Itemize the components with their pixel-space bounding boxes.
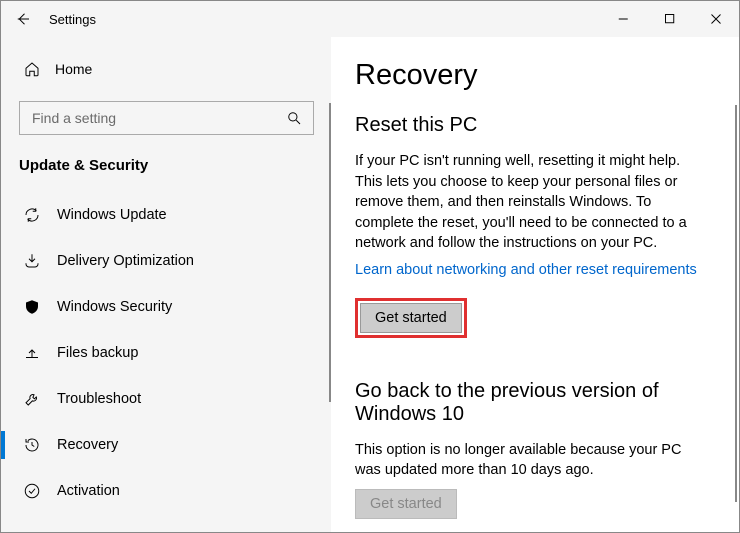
reset-learn-link[interactable]: Learn about networking and other reset r… [355, 262, 711, 278]
home-icon [23, 60, 41, 78]
sidebar-item-label: Recovery [57, 437, 118, 453]
reset-description: If your PC isn't running well, resetting… [355, 151, 711, 254]
sidebar-item-windows-update[interactable]: Windows Update [1, 192, 331, 238]
close-button[interactable] [693, 1, 739, 37]
sidebar-item-label: Activation [57, 483, 120, 499]
search-container [1, 89, 331, 143]
sidebar-item-troubleshoot[interactable]: Troubleshoot [1, 376, 331, 422]
reset-heading: Reset this PC [355, 114, 711, 137]
delivery-icon [23, 252, 41, 270]
sidebar-group-title: Update & Security [1, 143, 331, 192]
sidebar-item-delivery-optimization[interactable]: Delivery Optimization [1, 238, 331, 284]
page-title: Recovery [355, 59, 711, 92]
sidebar-item-activation[interactable]: Activation [1, 468, 331, 514]
settings-window: Settings Home [0, 0, 740, 533]
close-icon [707, 10, 725, 28]
content-scrollbar[interactable] [735, 105, 737, 502]
minimize-icon [615, 10, 633, 28]
highlight-annotation: Get started [355, 298, 467, 338]
sidebar-item-label: Windows Security [57, 299, 172, 315]
search-box[interactable] [19, 101, 314, 135]
sidebar-item-windows-security[interactable]: Windows Security [1, 284, 331, 330]
window-title: Settings [45, 12, 96, 27]
reset-get-started-button[interactable]: Get started [360, 303, 462, 333]
home-nav[interactable]: Home [1, 49, 331, 89]
search-icon [285, 109, 303, 127]
sidebar: Home Update & Security Windows Update [1, 37, 331, 532]
titlebar: Settings [1, 1, 739, 37]
sidebar-item-files-backup[interactable]: Files backup [1, 330, 331, 376]
backup-icon [23, 344, 41, 362]
check-icon [23, 482, 41, 500]
sidebar-navlist: Windows Update Delivery Optimization Win… [1, 192, 331, 514]
goback-heading: Go back to the previous version of Windo… [355, 380, 711, 426]
home-label: Home [55, 61, 92, 77]
sidebar-item-label: Delivery Optimization [57, 253, 194, 269]
goback-get-started-button: Get started [355, 489, 457, 519]
goback-description: This option is no longer available becau… [355, 440, 711, 481]
shield-icon [23, 298, 41, 316]
back-button[interactable] [1, 1, 45, 37]
window-body: Home Update & Security Windows Update [1, 37, 739, 532]
maximize-button[interactable] [647, 1, 693, 37]
arrow-left-icon [14, 10, 32, 28]
search-input[interactable] [30, 109, 285, 127]
sync-icon [23, 206, 41, 224]
history-icon [23, 436, 41, 454]
minimize-button[interactable] [601, 1, 647, 37]
goback-section: Go back to the previous version of Windo… [355, 380, 711, 519]
maximize-icon [661, 10, 679, 28]
sidebar-item-label: Troubleshoot [57, 391, 141, 407]
sidebar-item-recovery[interactable]: Recovery [1, 422, 331, 468]
sidebar-item-label: Windows Update [57, 207, 167, 223]
sidebar-item-label: Files backup [57, 345, 138, 361]
wrench-icon [23, 390, 41, 408]
content-pane: Recovery Reset this PC If your PC isn't … [331, 37, 739, 532]
